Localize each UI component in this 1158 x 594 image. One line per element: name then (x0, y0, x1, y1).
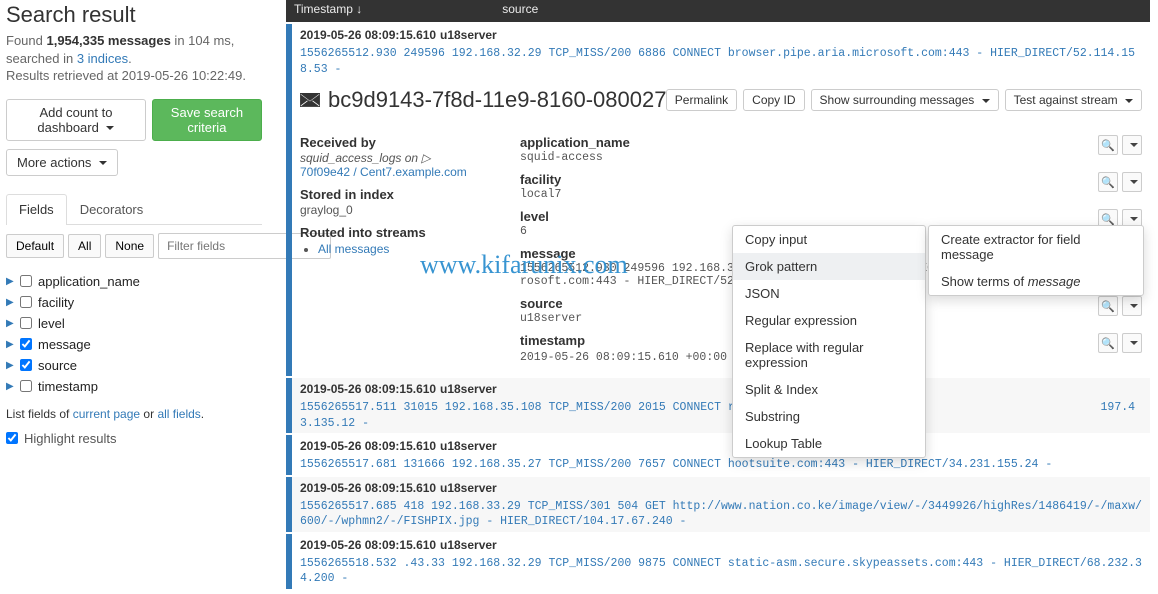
field-checkbox[interactable] (20, 380, 32, 392)
received-by-label: Received by (300, 135, 490, 150)
field-actions-menu: Create extractor for field message Show … (928, 225, 1144, 296)
field-menu-button[interactable] (1122, 333, 1142, 353)
received-by-link[interactable]: 70f09e42 / Cent7.example.com (300, 165, 467, 179)
caret-right-icon: ▶ (6, 297, 14, 308)
tab-fields[interactable]: Fields (6, 194, 67, 225)
field-menu-button[interactable] (1122, 135, 1142, 155)
field-item-level[interactable]: ▶ level (6, 313, 262, 334)
more-actions-button[interactable]: More actions (6, 149, 118, 176)
search-icon[interactable]: 🔍 (1098, 172, 1118, 192)
menu-item-show-terms[interactable]: Show terms of message (929, 268, 1143, 295)
extractor-type-menu: Copy inputGrok patternJSONRegular expres… (732, 225, 926, 458)
col-source[interactable]: source (502, 2, 538, 16)
save-search-button[interactable]: Save search criteria (152, 99, 262, 141)
list-fields-all-link[interactable]: all fields (157, 407, 200, 421)
field-label-facility: facility (520, 172, 1094, 187)
field-item-application_name[interactable]: ▶ application_name (6, 271, 262, 292)
highlight-checkbox[interactable] (6, 432, 18, 444)
caret-right-icon: ▶ (6, 360, 14, 371)
field-checkbox[interactable] (20, 359, 32, 371)
routed-streams-label: Routed into streams (300, 225, 490, 240)
search-icon[interactable]: 🔍 (1098, 296, 1118, 316)
surrounding-messages-button[interactable]: Show surrounding messages (811, 89, 999, 111)
stream-link[interactable]: All messages (318, 242, 389, 256)
menu-item[interactable]: JSON (733, 280, 925, 307)
table-header: Timestamp ↓ source (286, 0, 1150, 22)
list-fields-hint: List fields of current page or all field… (6, 407, 262, 421)
stored-in-index-label: Stored in index (300, 187, 490, 202)
envelope-icon (300, 93, 320, 107)
copy-id-button[interactable]: Copy ID (743, 89, 804, 111)
page-title: Search result (6, 2, 262, 28)
menu-item[interactable]: Replace with regular expression (733, 334, 925, 376)
menu-item[interactable]: Lookup Table (733, 430, 925, 457)
menu-item-create-extractor[interactable]: Create extractor for field message (929, 226, 1143, 268)
permalink-button[interactable]: Permalink (666, 89, 737, 111)
field-checkbox[interactable] (20, 296, 32, 308)
field-value-application_name: squid-access (520, 151, 1094, 164)
menu-item[interactable]: Copy input (733, 226, 925, 253)
field-menu-button[interactable] (1122, 172, 1142, 192)
search-icon[interactable]: 🔍 (1098, 135, 1118, 155)
field-checkbox[interactable] (20, 275, 32, 287)
field-value-facility: local7 (520, 188, 1094, 201)
test-against-stream-button[interactable]: Test against stream (1005, 89, 1142, 111)
tab-decorators[interactable]: Decorators (67, 194, 157, 224)
search-icon[interactable]: 🔍 (1098, 333, 1118, 353)
chevron-down-icon (106, 126, 114, 130)
caret-right-icon: ▶ (6, 318, 14, 329)
chevron-down-icon (982, 99, 990, 103)
chevron-down-icon (1125, 99, 1133, 103)
message-row[interactable]: 2019-05-26 08:09:15.610u18server15562655… (286, 477, 1150, 532)
field-menu-button[interactable] (1122, 296, 1142, 316)
field-label-application_name: application_name (520, 135, 1094, 150)
message-row[interactable]: 2019-05-26 08:09:15.610u18server15562655… (286, 435, 1150, 475)
menu-item[interactable]: Substring (733, 403, 925, 430)
highlight-results-toggle[interactable]: Highlight results (6, 431, 262, 446)
caret-right-icon: ▶ (6, 381, 14, 392)
field-item-facility[interactable]: ▶ facility (6, 292, 262, 313)
message-row[interactable]: 2019-05-26 08:09:15.610u18server15562655… (286, 534, 1150, 589)
chevron-down-icon (99, 161, 107, 165)
field-checkbox[interactable] (20, 338, 32, 350)
field-item-source[interactable]: ▶ source (6, 355, 262, 376)
col-timestamp[interactable]: Timestamp ↓ (294, 2, 362, 16)
results-summary: Found 1,954,335 messages in 104 ms, sear… (6, 32, 262, 85)
fields-none-button[interactable]: None (105, 234, 154, 258)
message-row[interactable]: 2019-05-26 08:09:15.610u18server15562655… (286, 378, 1150, 433)
caret-right-icon: ▶ (6, 339, 14, 350)
indices-link[interactable]: 3 indices (77, 51, 128, 66)
caret-right-icon: ▶ (6, 276, 14, 287)
menu-item[interactable]: Split & Index (733, 376, 925, 403)
field-label-level: level (520, 209, 1094, 224)
field-item-message[interactable]: ▶ message (6, 334, 262, 355)
field-checkbox[interactable] (20, 317, 32, 329)
field-item-timestamp[interactable]: ▶ timestamp (6, 376, 262, 397)
message-row[interactable]: 2019-05-26 08:09:15.610u18server 1556265… (286, 24, 1150, 79)
list-fields-cur-link[interactable]: current page (73, 407, 140, 421)
fields-default-button[interactable]: Default (6, 234, 64, 258)
add-to-dashboard-button[interactable]: Add count to dashboard (6, 99, 146, 141)
fields-all-button[interactable]: All (68, 234, 101, 258)
menu-item[interactable]: Grok pattern (733, 253, 925, 280)
menu-item[interactable]: Regular expression (733, 307, 925, 334)
